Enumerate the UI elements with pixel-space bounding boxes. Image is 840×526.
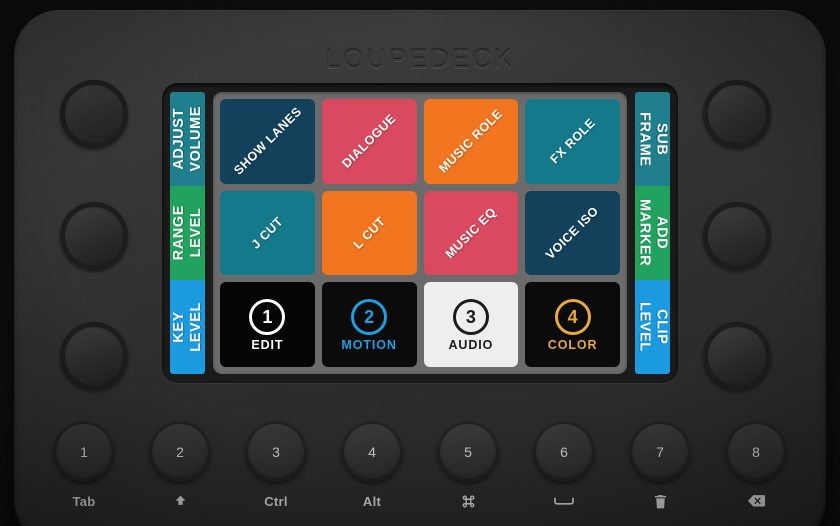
button-command[interactable]: 5 <box>438 422 498 482</box>
button-shift-caption <box>173 492 188 510</box>
button-ctrl-cell: 3 Ctrl <box>244 422 308 518</box>
led-strip-label: SUB FRAME <box>636 111 670 167</box>
button-tab[interactable]: 1 <box>54 422 114 482</box>
lcd-tile-mode-motion[interactable]: 2 MOTION <box>321 282 417 367</box>
button-alt-caption: Alt <box>362 493 382 509</box>
lcd-tile-music-eq[interactable]: MUSIC EQ <box>423 190 519 276</box>
led-strip-label: CLIP LEVEL <box>636 302 670 352</box>
lcd-tile-label: FX ROLE <box>547 115 598 167</box>
button-space-caption <box>553 492 575 510</box>
button-space-cell: 6 <box>532 422 596 518</box>
button-alt[interactable]: 4 <box>342 422 402 482</box>
button-ctrl[interactable]: 3 <box>246 422 306 482</box>
button-tab-cell: 1 Tab <box>52 422 116 518</box>
dial-left-2[interactable] <box>60 202 128 270</box>
trash-icon <box>654 494 666 508</box>
button-ctrl-caption: Ctrl <box>264 493 288 509</box>
lcd-tile-label: MUSIC EQ <box>442 204 500 262</box>
lcd-tile-label: DIALOGUE <box>339 111 399 172</box>
lcd-tile-fx-role[interactable]: FX ROLE <box>525 99 620 184</box>
led-strip-label: RANGE LEVEL <box>170 205 204 261</box>
button-shift-cell: 2 <box>148 422 212 518</box>
led-strip-cell-clip-level[interactable]: CLIP LEVEL <box>635 280 670 374</box>
mode-number-ring: 3 <box>452 299 489 336</box>
dial-right-3[interactable] <box>703 322 771 390</box>
lcd-tile-mode-audio[interactable]: 3 AUDIO <box>423 282 519 367</box>
button-trash-caption <box>654 492 667 510</box>
loupedeck-device: LOUPEDECK ADJUST VOLUME RANGE LEVEL KEY LE… <box>0 0 840 526</box>
button-shift[interactable]: 2 <box>150 422 210 482</box>
button-command-caption <box>461 492 476 510</box>
led-strip-label: ADJUST VOLUME <box>170 106 204 172</box>
lcd-tile-mode-edit[interactable]: 1 EDIT <box>220 282 315 367</box>
right-led-strip: SUB FRAME ADD MARKER CLIP LEVEL <box>635 92 670 374</box>
lcd-tile-label: L CUT <box>350 214 388 252</box>
led-strip-label: KEY LEVEL <box>170 302 204 352</box>
mode-number-ring: 1 <box>249 299 286 336</box>
lcd-tile-l-cut[interactable]: L CUT <box>321 190 417 276</box>
dial-left-3[interactable] <box>60 322 128 390</box>
led-strip-cell-key-level[interactable]: KEY LEVEL <box>170 280 205 374</box>
lcd-tile-music-role[interactable]: MUSIC ROLE <box>423 99 519 184</box>
button-trash[interactable]: 7 <box>630 422 690 482</box>
left-led-strip: ADJUST VOLUME RANGE LEVEL KEY LEVEL <box>170 92 205 374</box>
button-command-cell: 5 <box>436 422 500 518</box>
dial-right-1[interactable] <box>703 80 771 148</box>
lcd-tile-j-cut[interactable]: J CUT <box>220 190 315 276</box>
button-backspace-caption <box>747 492 766 510</box>
lcd-tile-label: MUSIC ROLE <box>436 106 506 176</box>
button-trash-cell: 7 <box>628 422 692 518</box>
led-strip-label: ADD MARKER <box>636 199 670 267</box>
command-icon <box>462 495 474 507</box>
mode-label: EDIT <box>251 338 284 353</box>
lcd-tile-label: SHOW LANES <box>230 104 305 179</box>
dial-right-2[interactable] <box>703 202 771 270</box>
space-icon <box>554 497 574 505</box>
shift-icon <box>175 495 185 505</box>
lcd-tile-mode-color[interactable]: 4 COLOR <box>525 282 620 367</box>
lcd-tile-show-lanes[interactable]: SHOW LANES <box>220 99 315 184</box>
mode-label: MOTION <box>341 338 397 353</box>
led-strip-cell-add-marker[interactable]: ADD MARKER <box>635 186 670 280</box>
mode-label: COLOR <box>547 338 598 353</box>
led-strip-cell-sub-frame[interactable]: SUB FRAME <box>635 92 670 186</box>
dial-left-1[interactable] <box>60 80 128 148</box>
button-backspace-cell: 8 <box>724 422 788 518</box>
mode-label: AUDIO <box>448 338 494 353</box>
lcd-tile-dialogue[interactable]: DIALOGUE <box>321 99 417 184</box>
mode-number-ring: 4 <box>554 299 591 336</box>
button-space[interactable]: 6 <box>534 422 594 482</box>
led-strip-cell-range-level[interactable]: RANGE LEVEL <box>170 186 205 280</box>
lcd-tile-voice-iso[interactable]: VOICE ISO <box>525 190 620 276</box>
led-strip-cell-adjust-volume[interactable]: ADJUST VOLUME <box>170 92 205 186</box>
screen-bezel: ADJUST VOLUME RANGE LEVEL KEY LEVEL SHOW L… <box>162 83 678 383</box>
backspace-icon <box>747 495 765 507</box>
button-alt-cell: 4 Alt <box>340 422 404 518</box>
button-tab-caption: Tab <box>72 493 96 509</box>
lcd-tile-label: J CUT <box>248 214 286 252</box>
bottom-button-row: 1 Tab 2 3 Ctrl 4 Alt 5 6 7 8 <box>52 422 788 518</box>
lcd-touch-grid: SHOW LANES DIALOGUE MUSIC ROLE FX ROLE J CUT… <box>213 92 627 374</box>
mode-number-ring: 2 <box>351 299 388 336</box>
brand-logo: LOUPEDECK <box>325 44 515 74</box>
lcd-tile-label: VOICE ISO <box>543 203 602 263</box>
button-backspace[interactable]: 8 <box>726 422 786 482</box>
